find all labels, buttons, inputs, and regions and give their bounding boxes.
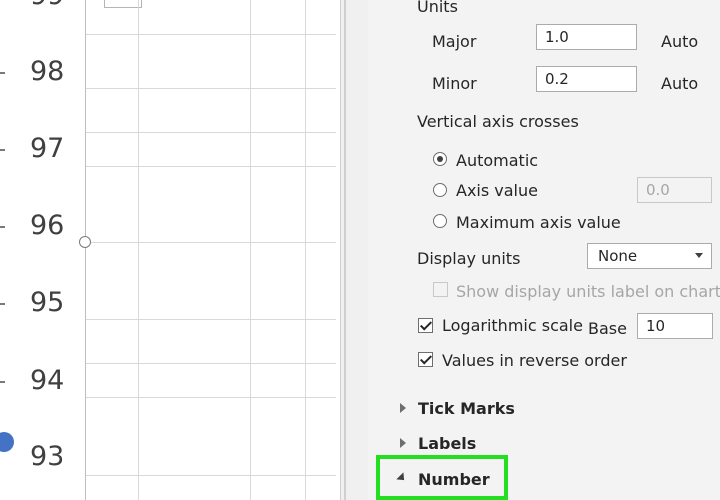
- major-label: Major: [432, 32, 477, 51]
- axis-tick-mark: [0, 226, 5, 228]
- gridline-horizontal: [86, 363, 336, 364]
- radio-maximum-label[interactable]: Maximum axis value: [456, 213, 621, 232]
- minor-unit-input[interactable]: 0.2: [536, 66, 637, 92]
- vertical-axis-line[interactable]: [85, 0, 86, 500]
- gridline-horizontal: [86, 397, 336, 398]
- show-units-label: Show display units label on chart: [456, 282, 720, 301]
- gridline-vertical: [250, 0, 251, 500]
- section-tick-marks[interactable]: Tick Marks: [418, 399, 515, 418]
- axis-tick-label: 96: [30, 210, 65, 241]
- major-auto-button[interactable]: Auto: [661, 32, 698, 51]
- axis-tick-label: 98: [30, 56, 65, 87]
- section-labels[interactable]: Labels: [418, 434, 476, 453]
- gridline-vertical: [305, 0, 306, 500]
- log-base-input[interactable]: 10: [637, 313, 713, 339]
- gridline-horizontal: [86, 242, 336, 243]
- chart-plot-area[interactable]: 99 98 97 96 95 94 93: [0, 0, 340, 500]
- minor-auto-button[interactable]: Auto: [661, 74, 698, 93]
- axis-value-input[interactable]: 0.0: [637, 177, 712, 203]
- radio-axis-value[interactable]: [433, 183, 447, 197]
- axis-tick-label: 99: [30, 0, 70, 11]
- units-heading: Units: [417, 0, 458, 16]
- display-units-value: None: [598, 247, 638, 265]
- axis-tick-label: 94: [30, 365, 65, 396]
- gridline-horizontal: [86, 166, 336, 167]
- gridline-vertical: [138, 0, 139, 500]
- display-units-label: Display units: [417, 249, 521, 268]
- gridline-horizontal: [86, 475, 336, 476]
- show-units-checkbox[interactable]: [433, 282, 448, 297]
- log-scale-label[interactable]: Logarithmic scale: [442, 316, 583, 335]
- selection-handle[interactable]: [79, 236, 91, 248]
- reverse-order-label[interactable]: Values in reverse order: [442, 351, 627, 370]
- radio-maximum-axis-value[interactable]: [433, 214, 447, 228]
- gridline-horizontal: [86, 132, 336, 133]
- base-label: Base: [588, 319, 627, 338]
- pane-divider-line: [344, 0, 346, 500]
- axis-tick-mark: [0, 303, 5, 305]
- axis-tick-mark: [0, 149, 5, 151]
- radio-automatic[interactable]: [433, 152, 447, 166]
- chevron-right-icon: [400, 438, 406, 448]
- radio-automatic-label[interactable]: Automatic: [456, 151, 538, 170]
- section-number[interactable]: Number: [418, 470, 490, 489]
- axis-tick-label: 97: [30, 133, 65, 164]
- log-scale-checkbox[interactable]: [418, 318, 433, 333]
- display-units-dropdown[interactable]: None: [587, 243, 712, 269]
- axis-tick-label: 95: [30, 287, 65, 318]
- gridline-horizontal: [86, 88, 336, 89]
- chevron-right-icon: [400, 403, 406, 413]
- chevron-down-icon: [695, 253, 703, 258]
- axis-tick-mark: [0, 381, 5, 383]
- gridline-horizontal: [86, 34, 336, 35]
- radio-axis-value-label[interactable]: Axis value: [456, 181, 538, 200]
- axis-tick-label: 93: [30, 441, 65, 472]
- minor-label: Minor: [432, 74, 477, 93]
- axis-tick-mark: [0, 72, 5, 74]
- chart-element-box[interactable]: [104, 0, 142, 8]
- reverse-order-checkbox[interactable]: [418, 352, 433, 367]
- major-unit-input[interactable]: 1.0: [536, 24, 637, 50]
- series-marker[interactable]: [0, 432, 14, 452]
- gridline-horizontal: [86, 319, 336, 320]
- axis-crosses-heading: Vertical axis crosses: [417, 112, 579, 131]
